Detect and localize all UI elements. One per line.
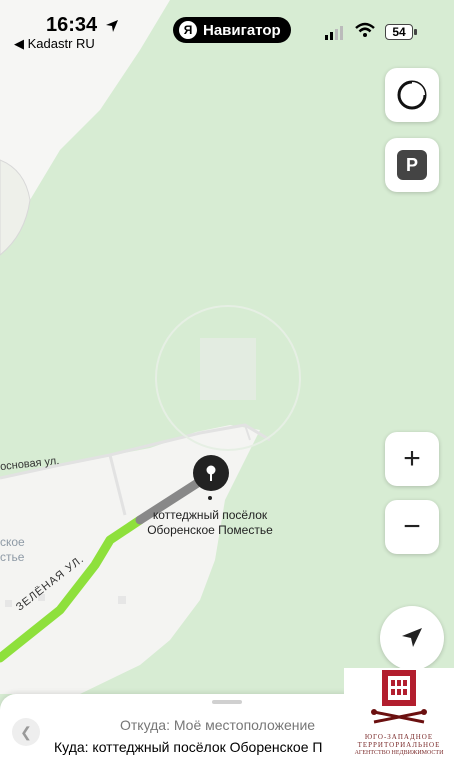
yandex-logo-icon: Я [179, 21, 197, 39]
location-arrow-icon [105, 19, 118, 32]
agency-name-line1: ЮГО-ЗАПАДНОЕ [364, 733, 434, 741]
battery-cap [414, 29, 417, 35]
sheet-handle[interactable] [212, 700, 242, 704]
district-label-line2: стье [0, 550, 25, 564]
destination-label-line2: Оборенское Поместье [147, 523, 273, 537]
zoom-in-button[interactable]: + [385, 432, 439, 486]
status-time: 16:34 [46, 14, 119, 37]
wifi-icon [355, 22, 375, 37]
alice-icon [397, 80, 427, 110]
parking-button[interactable]: P [385, 138, 439, 192]
parking-icon: P [397, 150, 427, 180]
district-label: ское стье [0, 535, 25, 565]
minus-icon: − [403, 510, 421, 543]
route-to[interactable]: Куда: коттеджный посёлок Оборенское П [54, 739, 322, 755]
zoom-out-button[interactable]: − [385, 500, 439, 554]
app-name: Навигатор [203, 21, 281, 39]
destination-pin-icon[interactable] [193, 455, 229, 491]
chevron-left-icon: ❮ [20, 723, 32, 740]
alice-button[interactable] [385, 68, 439, 122]
back-button[interactable]: ❮ [12, 718, 40, 746]
navigation-arrow-icon [402, 628, 422, 647]
agency-name: ЮГО-ЗАПАДНОЕ ТЕРРИТОРИАЛЬНОЕ АГЕНТСТВО Н… [349, 733, 449, 757]
destination-label-line1: коттеджный посёлок [152, 508, 268, 522]
district-label-line1: ское [0, 535, 25, 549]
back-to-app-link[interactable]: ◀ Kadastr RU [14, 36, 95, 52]
my-location-button[interactable] [380, 606, 444, 670]
route-from[interactable]: Откуда: Моё местоположение [120, 717, 315, 733]
app-pill: Я Навигатор [173, 17, 291, 43]
agency-name-line2: ТЕРРИТОРИАЛЬНОЕ [357, 741, 441, 749]
battery-indicator: 54 [385, 24, 413, 40]
agency-logo-icon [371, 670, 427, 724]
plus-icon: + [403, 442, 421, 475]
destination-label: коттеджный посёлок Оборенское Поместье [135, 508, 285, 538]
agency-name-line3: АГЕНТСТВО НЕДВИЖИМОСТИ [354, 750, 444, 756]
signal-icon [325, 26, 343, 40]
status-bar: 16:34 ◀ Kadastr RU Я Навигатор 54 [0, 0, 454, 60]
